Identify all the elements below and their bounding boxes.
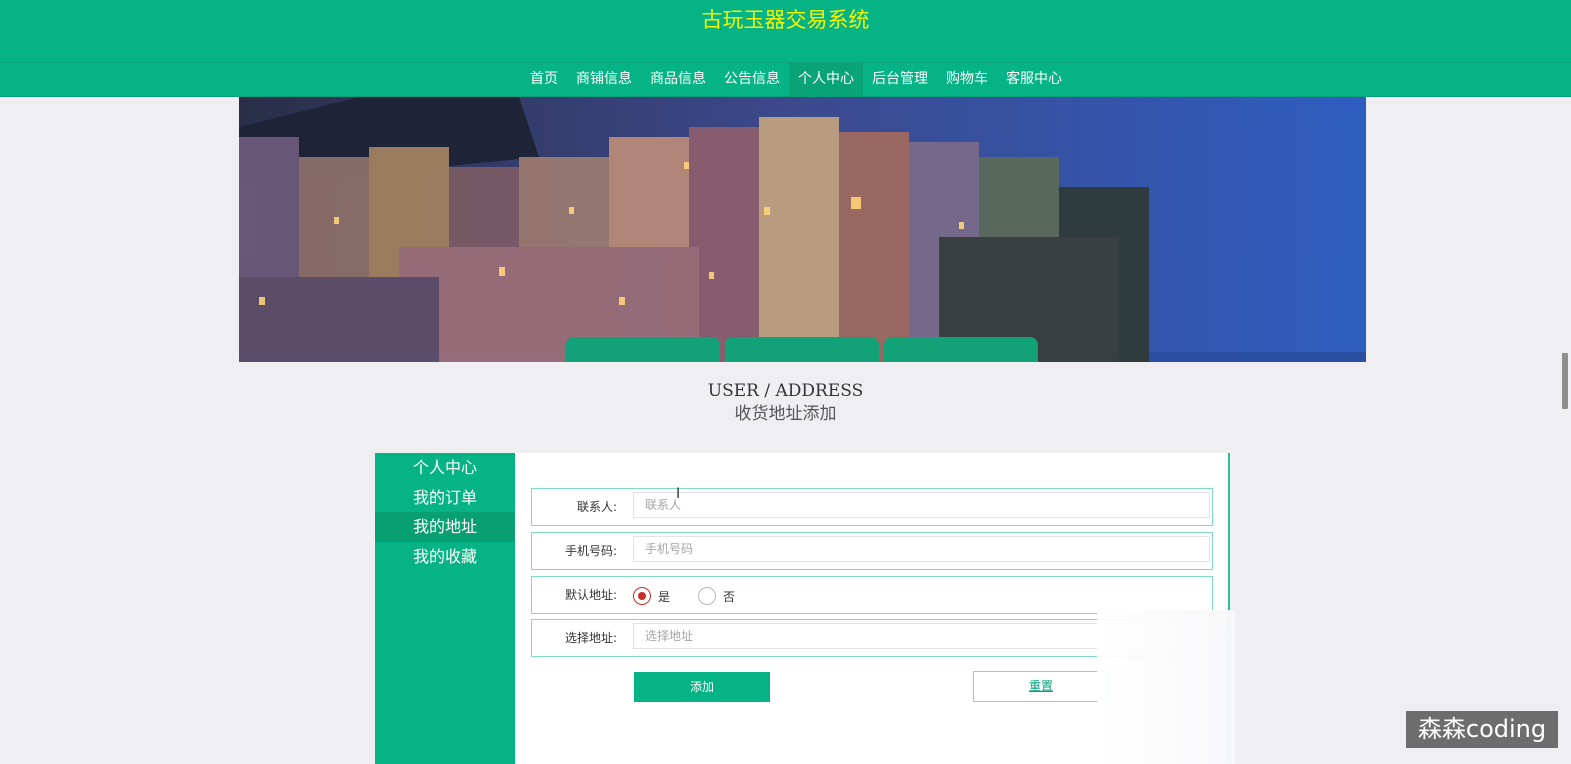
nav-item-7[interactable]: 客服中心 bbox=[997, 63, 1071, 97]
default-yes-label: 是 bbox=[658, 589, 671, 604]
phone-input[interactable] bbox=[633, 536, 1210, 562]
nav-item-6[interactable]: 购物车 bbox=[937, 63, 997, 97]
page-heading-en: USER / ADDRESS bbox=[707, 381, 864, 401]
default-address-radio-group: 是 否 bbox=[633, 586, 763, 606]
page-heading-cn: 收货地址添加 bbox=[734, 404, 837, 424]
overlay-fade bbox=[1097, 610, 1235, 764]
banner-town-illustration bbox=[239, 97, 1366, 362]
default-yes-radio[interactable] bbox=[633, 587, 651, 605]
address-label: 选择地址: bbox=[564, 631, 617, 645]
nav-item-3[interactable]: 公告信息 bbox=[715, 63, 789, 97]
default-no-label: 否 bbox=[723, 589, 736, 604]
default-no-radio[interactable] bbox=[698, 587, 717, 605]
banner-tab-3 bbox=[884, 337, 1038, 362]
page-heading: USER / ADDRESS 收货地址添加 bbox=[0, 380, 1571, 426]
sidebar-item-0[interactable]: 个人中心 bbox=[375, 453, 515, 483]
site-title: 古玩玉器交易系统 bbox=[701, 8, 870, 32]
contact-input[interactable] bbox=[633, 492, 1210, 518]
text-cursor-icon: I bbox=[676, 486, 681, 502]
banner-tab-2 bbox=[725, 337, 879, 362]
sidebar-item-1[interactable]: 我的订单 bbox=[375, 483, 515, 513]
phone-label: 手机号码: bbox=[564, 544, 617, 558]
main-navbar: 首页 商铺信息 商品信息 公告信息 个人中心 后台管理 购物车 客服中心 bbox=[0, 62, 1571, 97]
nav-item-2[interactable]: 商品信息 bbox=[641, 63, 715, 97]
default-address-row: 默认地址: 是 否 bbox=[531, 576, 1213, 614]
nav-item-1[interactable]: 商铺信息 bbox=[567, 63, 641, 97]
nav-item-4[interactable]: 个人中心 bbox=[789, 63, 863, 97]
watermark: 森森coding bbox=[1406, 711, 1558, 748]
site-header: 古玩玉器交易系统 bbox=[0, 0, 1571, 62]
page-scrollbar-thumb[interactable] bbox=[1562, 353, 1568, 409]
default-address-label: 默认地址: bbox=[564, 588, 617, 602]
nav-list: 首页 商铺信息 商品信息 公告信息 个人中心 后台管理 购物车 客服中心 bbox=[521, 63, 1071, 98]
nav-item-5[interactable]: 后台管理 bbox=[863, 63, 937, 97]
sidebar-item-2[interactable]: 我的地址 bbox=[375, 512, 515, 542]
banner-image bbox=[239, 97, 1366, 362]
nav-item-0[interactable]: 首页 bbox=[521, 63, 567, 97]
user-sidebar: 个人中心 我的订单 我的地址 我的收藏 bbox=[375, 453, 515, 764]
sidebar-item-3[interactable]: 我的收藏 bbox=[375, 542, 515, 572]
reset-button[interactable]: 重置 bbox=[973, 671, 1109, 702]
contact-row: 联系人: bbox=[531, 488, 1213, 526]
contact-label: 联系人: bbox=[576, 500, 617, 514]
banner-tab-1 bbox=[566, 337, 720, 362]
add-button[interactable]: 添加 bbox=[634, 672, 770, 702]
phone-row: 手机号码: bbox=[531, 532, 1213, 570]
